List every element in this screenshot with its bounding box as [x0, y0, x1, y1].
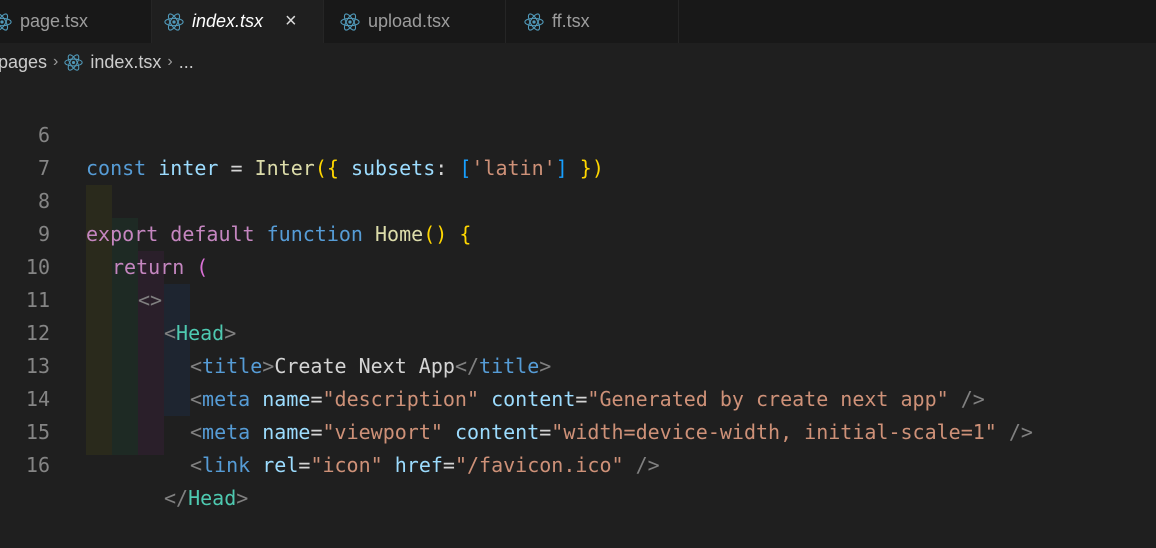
- code-text: </Head>: [164, 486, 249, 510]
- code-line: 12 <title>Create Next App</title>: [0, 284, 1156, 378]
- tab-index-tsx[interactable]: index.tsx ×: [152, 0, 324, 43]
- breadcrumb: pages › index.tsx › ...: [0, 43, 1156, 81]
- close-icon[interactable]: ×: [285, 10, 297, 33]
- code-line: 10 <>: [0, 218, 1156, 312]
- code-line: 13 <meta name="description" content="Gen…: [0, 317, 1156, 411]
- code-editor[interactable]: 6 const inter = Inter({ subsets: ['latin…: [0, 86, 1156, 510]
- react-icon: [164, 12, 184, 31]
- breadcrumb-more[interactable]: ...: [179, 52, 194, 73]
- code-line: 14 <meta name="viewport" content="width=…: [0, 350, 1156, 444]
- tab-bar: page.tsx index.tsx × upload.tsx ff.tsx: [0, 0, 1156, 43]
- code-line: 8 export default function Home() {: [0, 152, 1156, 246]
- breadcrumb-folder[interactable]: pages: [0, 52, 47, 73]
- line-number: 16: [25, 453, 50, 477]
- code-line: 9 return (: [0, 185, 1156, 279]
- tab-ff-tsx[interactable]: ff.tsx: [506, 0, 679, 43]
- tab-upload-tsx[interactable]: upload.tsx: [324, 0, 506, 43]
- chevron-right-icon: ›: [167, 53, 173, 70]
- breadcrumb-file[interactable]: index.tsx: [90, 52, 161, 73]
- react-icon: [0, 12, 12, 31]
- tab-label: page.tsx: [20, 11, 89, 31]
- react-icon: [524, 12, 544, 31]
- react-icon: [64, 53, 84, 71]
- code-line: 7: [0, 119, 1156, 180]
- code-line: 6 const inter = Inter({ subsets: ['latin…: [0, 86, 1156, 180]
- tab-label: ff.tsx: [552, 11, 590, 31]
- tab-label: index.tsx: [192, 11, 264, 31]
- code-line: 15 <link rel="icon" href="/favicon.ico" …: [0, 383, 1156, 477]
- tab-label: upload.tsx: [368, 11, 451, 31]
- code-line: 11 <Head>: [0, 251, 1156, 345]
- chevron-right-icon: ›: [53, 53, 59, 70]
- code-text: <link rel="icon" href="/favicon.ico" />: [190, 453, 660, 477]
- tab-page-tsx[interactable]: page.tsx: [0, 0, 152, 43]
- react-icon: [340, 12, 360, 31]
- code-line: 16 </Head>: [0, 416, 1156, 510]
